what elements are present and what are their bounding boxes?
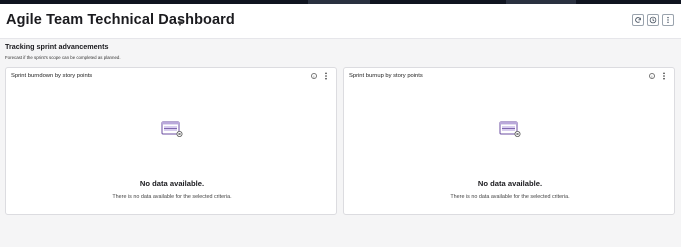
- empty-state-icon: [499, 121, 521, 137]
- refresh-button[interactable]: [632, 14, 644, 26]
- kebab-menu-icon[interactable]: [662, 72, 666, 80]
- empty-state-title: No data available.: [139, 179, 205, 188]
- empty-state-icon: [161, 121, 183, 137]
- kebab-menu-icon[interactable]: [324, 72, 328, 80]
- clock-icon: [649, 16, 657, 24]
- info-icon[interactable]: i: [649, 73, 655, 79]
- dashboard-title[interactable]: Agile Team Technical Dashboard: [6, 12, 235, 28]
- empty-state-description: There is no data available for the selec…: [450, 194, 570, 200]
- sprint-burndown-card: Sprint burndown by story points i No dat…: [5, 67, 337, 215]
- chevron-down-icon[interactable]: ▼: [176, 19, 184, 28]
- refresh-icon: [635, 17, 641, 23]
- dashboard-header: Agile Team Technical Dashboard ▼: [0, 4, 681, 39]
- more-options-button[interactable]: [662, 14, 674, 26]
- info-icon[interactable]: i: [311, 73, 317, 79]
- section-title: Tracking sprint advancements: [5, 42, 109, 51]
- schedule-button[interactable]: [647, 14, 659, 26]
- kebab-menu-icon: [667, 16, 669, 24]
- section-subtitle: Forecast if the sprint's scope can be co…: [5, 55, 121, 60]
- card-title: Sprint burnup by story points: [349, 73, 423, 79]
- empty-state-title: No data available.: [477, 179, 543, 188]
- empty-state-description: There is no data available for the selec…: [112, 194, 232, 200]
- sprint-burnup-card: Sprint burnup by story points i No data …: [343, 67, 675, 215]
- card-title: Sprint burndown by story points: [11, 73, 93, 79]
